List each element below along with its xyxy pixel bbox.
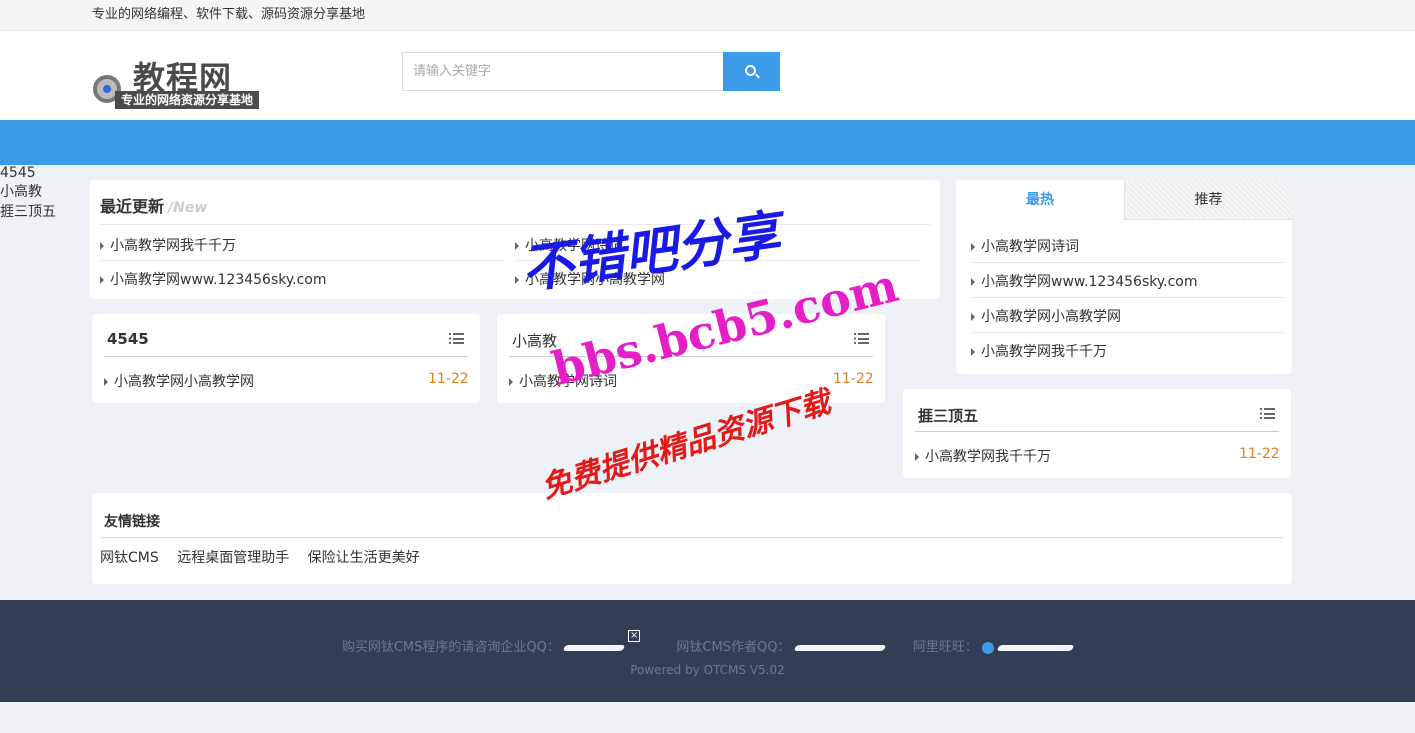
- tab-hot[interactable]: 最热: [956, 180, 1124, 220]
- item-date: 11-22: [428, 371, 469, 387]
- list-item[interactable]: 小高教学网小高教学网: [104, 371, 404, 391]
- category-title: 小高教: [512, 332, 558, 350]
- friend-links-title: 友情链接: [104, 514, 160, 530]
- wangwang-icon[interactable]: [982, 641, 995, 654]
- friend-link[interactable]: 网钛CMS: [100, 550, 159, 566]
- header: 教程网 专业的网络资源分享基地: [0, 31, 1415, 120]
- site-logo[interactable]: 教程网 专业的网络资源分享基地: [93, 53, 288, 111]
- caret-right-icon: [509, 378, 513, 386]
- caret-right-icon: [971, 278, 975, 286]
- top-bar: 专业的网络编程、软件下载、源码资源分享基地: [0, 0, 1415, 31]
- redaction-mark: [562, 644, 626, 651]
- logo-subtitle: 专业的网络资源分享基地: [115, 91, 260, 109]
- close-icon[interactable]: ×: [628, 630, 641, 642]
- list-item[interactable]: 小高教学网诗词: [515, 235, 915, 255]
- site-tagline: 专业的网络编程、软件下载、源码资源分享基地: [92, 7, 366, 22]
- list-item[interactable]: 小高教学网我千千万: [100, 235, 500, 255]
- footer-wangwang-label: 阿里旺旺：: [912, 640, 978, 655]
- caret-right-icon: [971, 348, 975, 356]
- list-menu-icon[interactable]: [449, 333, 464, 344]
- caret-right-icon: [515, 276, 519, 284]
- caret-right-icon: [515, 242, 519, 250]
- search-button[interactable]: [723, 52, 780, 91]
- caret-right-icon: [971, 313, 975, 321]
- caret-right-icon: [100, 242, 104, 250]
- list-item[interactable]: 小高教学网www.123456sky.com: [971, 271, 1281, 291]
- recent-title: 最近更新: [100, 197, 165, 216]
- category-panel-4545: 4545 小高教学网小高教学网 11-22: [92, 314, 480, 403]
- recent-updates-panel: 最近更新/New 小高教学网我千千万 小高教学网诗词 小高教学网www.1234…: [90, 180, 940, 299]
- list-item[interactable]: 小高教学网我千千万: [915, 446, 1215, 466]
- footer: 购买网钛CMS程序的请咨询企业QQ： × 网钛CMS作者QQ： 阿里旺旺： Po…: [0, 600, 1415, 702]
- powered-by: Powered by OTCMS V5.02: [630, 663, 785, 677]
- recent-title-en: /New: [168, 200, 208, 216]
- list-item[interactable]: 小高教学网我千千万: [971, 341, 1281, 361]
- caret-right-icon: [100, 276, 104, 284]
- list-item[interactable]: 小高教学网小高教学网: [515, 269, 915, 289]
- list-item[interactable]: 小高教学网小高教学网: [971, 306, 1281, 326]
- tab-recommend[interactable]: 推荐: [1124, 180, 1292, 220]
- redaction-mark: [996, 644, 1075, 651]
- friend-link[interactable]: 远程桌面管理助手: [177, 550, 289, 566]
- item-date: 11-22: [833, 371, 874, 387]
- search-input[interactable]: [402, 52, 723, 91]
- caret-right-icon: [971, 243, 975, 251]
- redaction-mark: [793, 644, 886, 651]
- item-date: 11-22: [1239, 446, 1280, 462]
- footer-buy-label: 购买网钛CMS程序的请咨询企业QQ：: [341, 640, 560, 655]
- friend-links-panel: 友情链接 网钛CMS 远程桌面管理助手 保险让生活更美好: [92, 493, 1292, 584]
- list-item[interactable]: 小高教学网www.123456sky.com: [100, 269, 500, 289]
- category-title: 捱三顶五: [918, 407, 979, 425]
- category-panel-aisandingwu: 捱三顶五 小高教学网我千千万 11-22: [903, 389, 1291, 478]
- main-nav: [0, 120, 1415, 165]
- list-item[interactable]: 小高教学网诗词: [971, 236, 1281, 256]
- list-item[interactable]: 小高教学网诗词: [509, 371, 809, 391]
- caret-right-icon: [104, 378, 108, 386]
- search-bar: [402, 52, 780, 91]
- category-title: 4545: [107, 330, 149, 348]
- hot-recommend-panel: 最热 推荐 小高教学网诗词 小高教学网www.123456sky.com 小高教…: [956, 180, 1292, 374]
- footer-author-label: 网钛CMS作者QQ：: [676, 640, 791, 655]
- friend-link[interactable]: 保险让生活更美好: [308, 550, 420, 566]
- caret-right-icon: [915, 453, 919, 461]
- list-menu-icon[interactable]: [1260, 408, 1275, 419]
- nav-item-4545[interactable]: 4545: [0, 165, 1415, 181]
- category-panel-xiaogaojiao: 小高教 小高教学网诗词 11-22: [497, 314, 885, 403]
- list-menu-icon[interactable]: [854, 333, 869, 344]
